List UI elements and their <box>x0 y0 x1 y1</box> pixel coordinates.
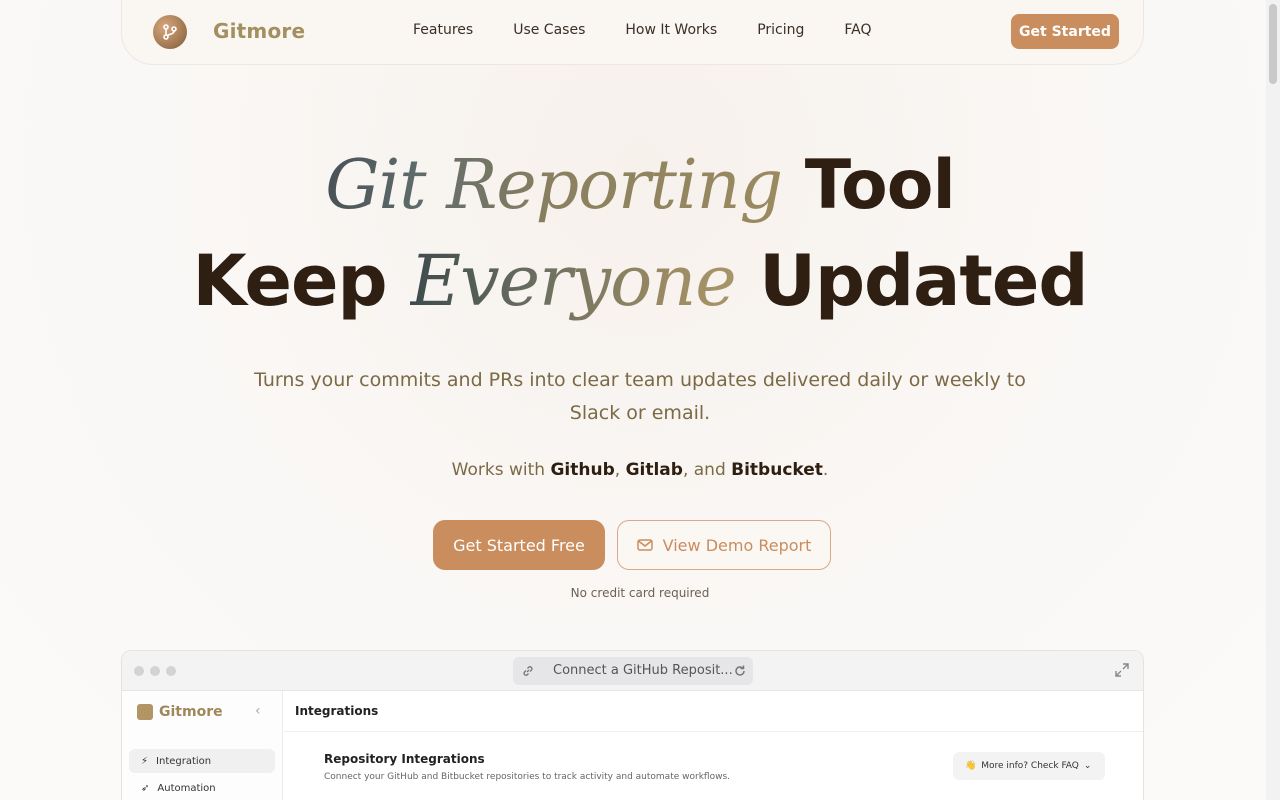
sidebar-item-label: Automation <box>157 782 216 794</box>
hero-title-line-2: Keep Everyone Updated <box>0 240 1280 322</box>
scrollbar-thumb[interactable] <box>1269 4 1277 84</box>
nav-links: Features Use Cases How It Works Pricing … <box>413 22 912 38</box>
logo-icon[interactable] <box>153 15 187 49</box>
hero-title-text: Updated <box>759 240 1088 322</box>
git-branch-icon <box>163 24 177 40</box>
chevron-down-icon: ⌄ <box>1083 761 1092 771</box>
supported-providers: Works with Github, Gitlab, and Bitbucket… <box>451 460 829 480</box>
sidebar-brand-name: Gitmore <box>159 704 223 720</box>
sidebar-item-label: Integration <box>156 755 212 767</box>
expand-icon[interactable] <box>1115 663 1129 677</box>
reload-icon[interactable] <box>733 664 747 678</box>
lightning-icon: ⚡︎ <box>141 755 149 767</box>
link-icon <box>523 666 533 676</box>
brand-name[interactable]: Gitmore <box>213 19 305 43</box>
nav-link-how-it-works[interactable]: How It Works <box>625 22 717 38</box>
nav-link-pricing[interactable]: Pricing <box>757 22 804 38</box>
hero-title-line-1: Git Reporting Tool <box>0 146 1280 225</box>
faq-dropdown-button[interactable]: 👋 More info? Check FAQ ⌄ <box>953 752 1105 780</box>
nav-link-faq[interactable]: FAQ <box>844 22 871 38</box>
view-demo-report-label: View Demo Report <box>662 535 812 555</box>
sidebar-logo-icon <box>137 704 153 720</box>
get-started-free-button[interactable]: Get Started Free <box>433 520 605 570</box>
window-dot-minimize <box>150 666 160 676</box>
address-bar[interactable]: Connect a GitHub Reposit... <box>513 657 753 685</box>
works-with-label: Works with <box>451 460 546 480</box>
sidebar-item-integration[interactable]: ⚡︎ Integration <box>129 749 275 773</box>
hero-title-text: Tool <box>804 146 956 225</box>
provider-gitlab: Gitlab <box>625 460 683 480</box>
nav-link-use-cases[interactable]: Use Cases <box>513 22 585 38</box>
app-preview-window: Connect a GitHub Reposit... Gitmore ‹ ⚡︎… <box>121 650 1144 800</box>
top-navigation: Gitmore Features Use Cases How It Works … <box>121 0 1144 65</box>
sidebar-item-automation[interactable]: ➶ Automation <box>129 776 275 800</box>
card-subtitle: Connect your GitHub and Bitbucket reposi… <box>324 772 730 782</box>
sidebar-collapse-icon[interactable]: ‹ <box>255 703 261 719</box>
sidebar-brand[interactable]: Gitmore <box>137 704 223 720</box>
nav-link-features[interactable]: Features <box>413 22 473 38</box>
hero-subtitle: Turns your commits and PRs into clear te… <box>254 369 1026 424</box>
browser-chrome: Connect a GitHub Reposit... <box>122 651 1143 691</box>
faq-button-label: More info? Check FAQ <box>981 761 1079 771</box>
no-credit-card-note: No credit card required <box>570 586 710 600</box>
hero-title-text: Keep <box>192 240 388 322</box>
window-dot-close <box>134 666 144 676</box>
card-title: Repository Integrations <box>324 752 485 766</box>
window-dot-maximize <box>166 666 176 676</box>
rocket-icon: ➶ <box>141 782 150 794</box>
provider-github: Github <box>550 460 615 480</box>
page-scrollbar[interactable] <box>1266 0 1280 800</box>
wave-hand-icon: 👋 <box>965 761 977 771</box>
mail-icon <box>636 539 653 551</box>
address-text: Connect a GitHub Reposit... <box>553 663 733 678</box>
works-and-label: and <box>693 460 726 480</box>
hero-accent-text: Git Reporting <box>325 146 783 225</box>
hero-accent-text: Everyone <box>410 240 737 322</box>
provider-bitbucket: Bitbucket <box>731 460 823 480</box>
view-demo-report-button[interactable]: View Demo Report <box>617 520 831 570</box>
app-sidebar: Gitmore ‹ ⚡︎ Integration ➶ Automation <box>122 691 283 800</box>
page-title: Integrations <box>284 691 1143 732</box>
get-started-button[interactable]: Get Started <box>1011 14 1119 49</box>
